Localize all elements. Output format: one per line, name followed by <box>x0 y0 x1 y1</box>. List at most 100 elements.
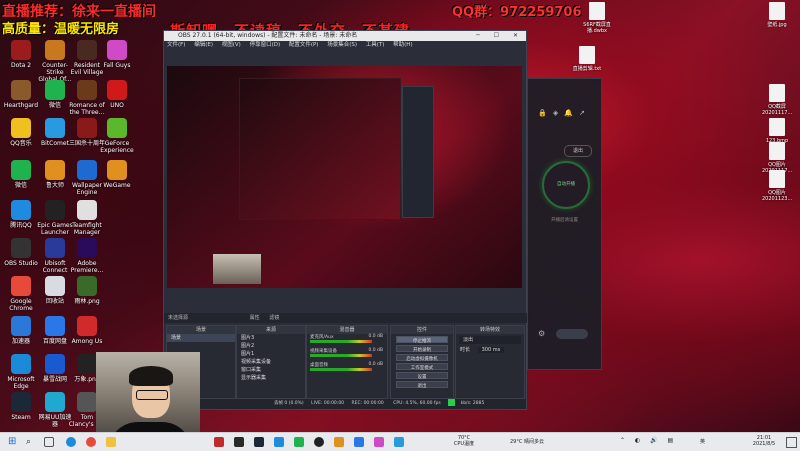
desktop-icon-label: Hearthgard <box>3 102 39 109</box>
app-taskbar-icon[interactable] <box>354 437 364 447</box>
studio-mode-button[interactable]: 工作室模式 <box>396 363 448 370</box>
desktop-icon[interactable]: Teamfight Manager <box>68 200 106 240</box>
bitrate: kb/s: 2885 <box>460 401 485 406</box>
desktop-icon[interactable]: QQ音乐 <box>2 118 40 158</box>
taskbar-clock[interactable]: 21:01 2021/8/5 <box>746 435 782 447</box>
app-taskbar-icon[interactable] <box>234 437 244 447</box>
sources-dock-title: 来源 <box>237 326 305 334</box>
app-icon <box>45 40 65 60</box>
desktop-file-icon[interactable]: QQ截屏20201117... <box>762 84 792 120</box>
desktop-icon[interactable]: 加速器 <box>2 316 40 356</box>
desktop-icon[interactable]: WeGame <box>98 160 136 200</box>
volume-meter[interactable] <box>310 368 372 371</box>
stop-streaming-button[interactable]: 停止推流 <box>396 336 448 343</box>
app-icon <box>45 160 65 180</box>
desktop-icon-label: Adobe Premiere... <box>70 260 104 274</box>
obs-title-bar[interactable]: OBS 27.0.1 (64-bit, windows) - 配置文件: 未命名… <box>164 31 526 41</box>
menu-edit[interactable]: 编辑(E) <box>194 42 213 48</box>
app-taskbar-icon[interactable] <box>214 437 224 447</box>
tray-icons[interactable]: ⌃ ◐ 🔊 ▤ <box>620 438 677 444</box>
menu-tools[interactable]: 工具(T) <box>366 42 385 48</box>
panel-toolbar: 🔒◈🔔↗ <box>528 109 601 123</box>
task-view-icon[interactable] <box>44 437 54 447</box>
virtual-camera-button[interactable]: 启动虚拟摄像机 <box>396 354 448 361</box>
menu-scene-collection[interactable]: 场景集合(S) <box>327 42 357 48</box>
menu-file[interactable]: 文件(F) <box>167 42 185 48</box>
search-icon[interactable]: ⌕ <box>26 437 36 447</box>
desktop-icon[interactable]: Dota 2 <box>2 40 40 80</box>
desktop-file-icon[interactable]: QQ图片20201123... <box>762 170 792 206</box>
tshirt-icon[interactable]: ◈ <box>553 109 564 117</box>
desktop-icon[interactable]: 腾讯QQ <box>2 200 40 240</box>
desktop-file-label: S6RF截屏直播.dwbx <box>583 22 611 34</box>
desktop-icon[interactable]: Among Us <box>68 316 106 356</box>
bell-icon[interactable]: 🔔 <box>564 109 579 117</box>
gear-icon[interactable]: ⚙ <box>538 329 545 338</box>
app-taskbar-icon[interactable] <box>274 437 284 447</box>
desktop-file-label: QQ截屏20201117... <box>762 104 793 116</box>
app-taskbar-icon[interactable] <box>254 437 264 447</box>
app-taskbar-icon[interactable] <box>394 437 404 447</box>
cpu-temp-label: CPU温度 <box>453 441 475 447</box>
scene-item[interactable]: 场景 <box>167 334 235 342</box>
source-item[interactable]: 窗口采集 <box>237 366 305 374</box>
settings-button[interactable]: 设置 <box>396 372 448 379</box>
desktop-icon[interactable]: GeForce Experience <box>98 118 136 158</box>
menu-help[interactable]: 帮助(H) <box>393 42 412 48</box>
desktop-file-icon[interactable]: S6RF截屏直播.dwbx <box>582 2 612 38</box>
source-item[interactable]: 图片2 <box>237 342 305 350</box>
desktop-file-icon[interactable]: 壁纸.jpg <box>762 2 792 38</box>
obs-preview-canvas[interactable] <box>167 66 522 288</box>
share-icon[interactable]: ↗ <box>579 109 591 117</box>
panel-exit-button[interactable]: 退出 <box>564 145 592 157</box>
chrome-taskbar-icon[interactable] <box>86 437 96 447</box>
obs-taskbar-icon[interactable] <box>314 437 324 447</box>
source-item[interactable]: 视频采集设备 <box>237 358 305 366</box>
nested-preview <box>239 78 401 220</box>
desktop-icon[interactable]: UNO <box>98 80 136 120</box>
filters-button[interactable]: 滤镜 <box>269 315 279 321</box>
edge-taskbar-icon[interactable] <box>66 437 76 447</box>
volume-meter[interactable] <box>310 354 372 357</box>
panel-action-button[interactable] <box>556 329 588 339</box>
weather-widget[interactable]: 29°C 晴间多云 <box>510 439 544 445</box>
source-item[interactable]: 图片1 <box>237 350 305 358</box>
lock-icon[interactable]: 🔒 <box>538 109 553 117</box>
desktop-icon[interactable]: Hearthgard <box>2 80 40 120</box>
desktop-icon[interactable]: Google Chrome <box>2 276 40 316</box>
desktop-file-icon[interactable]: 直播剪辑.txt <box>572 46 602 82</box>
properties-button[interactable]: 属性 <box>250 315 260 321</box>
folder-taskbar-icon[interactable] <box>106 437 116 447</box>
desktop-icon-label: Google Chrome <box>9 298 33 312</box>
desktop-icon[interactable]: Microsoft Edge <box>2 354 40 394</box>
desktop-icon[interactable]: OBS Studio <box>2 238 40 278</box>
menu-view[interactable]: 视图(V) <box>222 42 241 48</box>
app-taskbar-icon[interactable] <box>294 437 304 447</box>
desktop-icon[interactable]: Steam <box>2 392 40 432</box>
desktop-icon[interactable]: Fall Guys <box>98 40 136 80</box>
input-language[interactable]: 英 <box>700 439 705 445</box>
duration-input[interactable]: 300 ms <box>477 347 505 353</box>
desktop-icon[interactable]: 雨林.png <box>68 276 106 316</box>
source-item[interactable]: 图片3 <box>237 334 305 342</box>
source-item[interactable]: 显示器采集 <box>237 374 305 382</box>
app-taskbar-icon[interactable] <box>334 437 344 447</box>
window-controls[interactable]: ─ ☐ ✕ <box>476 31 524 41</box>
volume-meter[interactable] <box>310 340 372 343</box>
transition-select[interactable]: 淡出 <box>459 336 521 344</box>
desktop-icon[interactable]: 微信 <box>2 160 40 200</box>
auto-live-ring[interactable]: 自动开播 <box>542 161 590 209</box>
cpu-temp-widget[interactable]: 70°C CPU温度 <box>448 435 480 447</box>
windows-start-icon[interactable]: ⊞ <box>8 437 16 447</box>
menu-profile[interactable]: 配置文件(P) <box>289 42 319 48</box>
start-recording-button[interactable]: 开始录制 <box>396 345 448 352</box>
app-icon <box>11 118 31 138</box>
file-icon <box>769 84 785 102</box>
app-icon <box>77 238 97 258</box>
menu-docks[interactable]: 停靠窗口(D) <box>250 42 281 48</box>
notification-icon[interactable] <box>786 437 797 448</box>
exit-button[interactable]: 退出 <box>396 381 448 388</box>
app-taskbar-icon[interactable] <box>374 437 384 447</box>
rec-label: REC: <box>351 401 363 406</box>
desktop-icon[interactable]: Adobe Premiere... <box>68 238 106 278</box>
